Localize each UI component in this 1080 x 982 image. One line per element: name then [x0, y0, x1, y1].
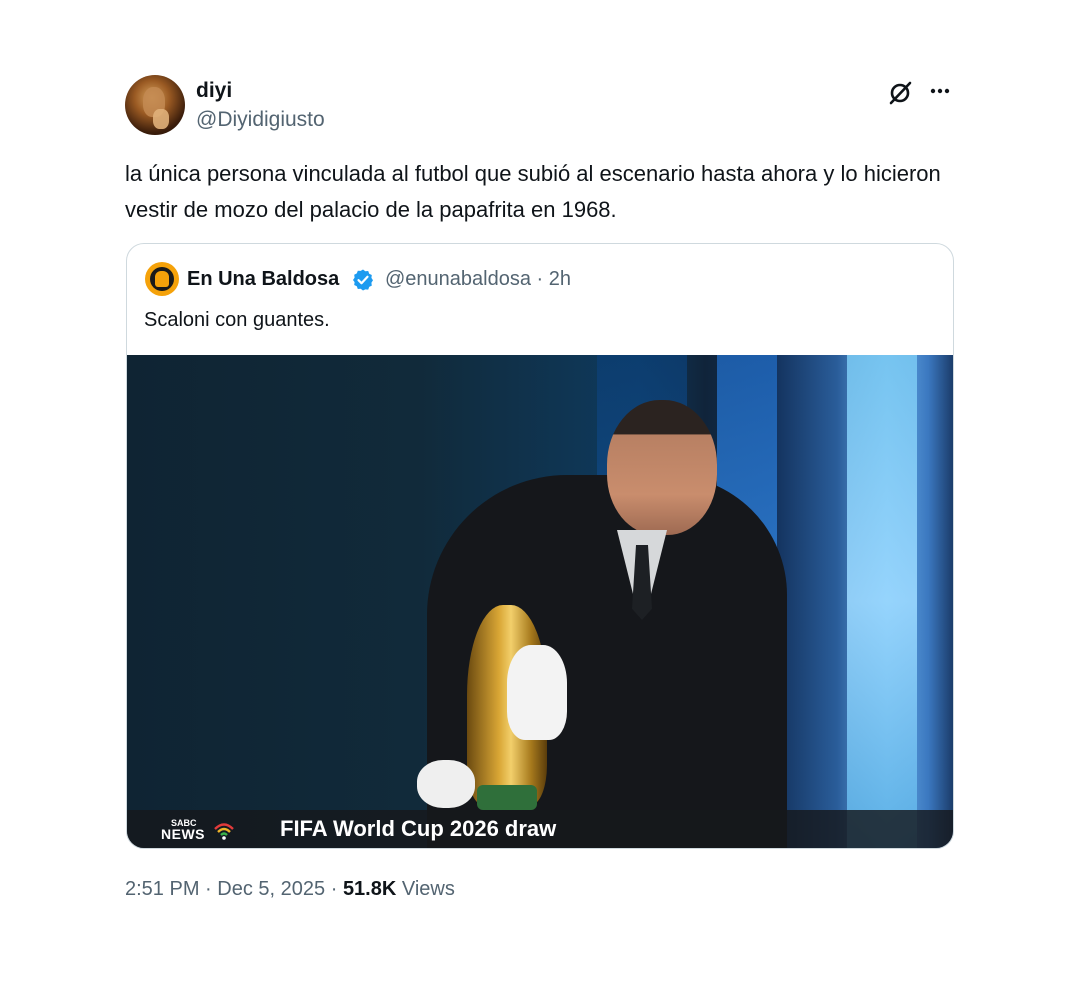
verified-badge-icon	[353, 269, 373, 291]
video-caption: FIFA World Cup 2026 draw	[280, 816, 557, 841]
quoted-tweet[interactable]: En Una Baldosa @enunabaldosa · 2h Scalon…	[126, 243, 954, 849]
views-label[interactable]: Views	[402, 878, 455, 900]
trophy-base	[477, 785, 537, 810]
sabc-news-logo: SABC NEWS	[161, 818, 241, 844]
author-display-name[interactable]: diyi	[196, 78, 232, 104]
dot-separator: ·	[205, 878, 212, 900]
tweet: diyi @Diyidigiusto la única persona vinc…	[0, 0, 1080, 982]
video-lower-third: SABC NEWS FIFA World Cup 2026 draw	[127, 810, 953, 848]
quoted-author-avatar[interactable]	[145, 262, 179, 296]
person-head	[607, 400, 717, 535]
author-handle[interactable]: @Diyidigiusto	[196, 107, 325, 133]
quoted-author-name[interactable]: En Una Baldosa	[187, 266, 339, 292]
quoted-text: Scaloni con guantes.	[144, 309, 330, 331]
white-glove	[417, 760, 475, 808]
thumb-down-icon	[155, 271, 169, 287]
more-options-icon[interactable]	[926, 79, 954, 107]
dot-separator: ·	[330, 878, 338, 900]
grok-icon[interactable]	[886, 79, 914, 107]
tweet-date[interactable]: Dec 5, 2025	[217, 878, 325, 900]
quoted-handle[interactable]: @enunabaldosa	[385, 268, 531, 290]
tweet-time[interactable]: 2:51 PM	[125, 878, 199, 900]
white-glove	[507, 645, 567, 740]
tweet-text: la única persona vinculada al futbol que…	[125, 161, 941, 222]
dot-separator: ·	[536, 268, 544, 290]
quoted-handle-line[interactable]: @enunabaldosa · 2h	[385, 266, 571, 292]
avatar-hand	[153, 109, 169, 129]
tweet-meta: 2:51 PM · Dec 5, 2025 · 51.8K Views	[125, 876, 455, 902]
quoted-video[interactable]: SABC NEWS FIFA World Cup 2026 draw	[127, 355, 953, 848]
quoted-time[interactable]: 2h	[549, 268, 571, 290]
logo-bottom-text: NEWS	[161, 826, 205, 842]
views-count[interactable]: 51.8K	[343, 878, 396, 900]
broadcast-signal-icon	[214, 823, 234, 840]
author-avatar[interactable]	[125, 75, 185, 135]
stage-light	[847, 355, 917, 848]
